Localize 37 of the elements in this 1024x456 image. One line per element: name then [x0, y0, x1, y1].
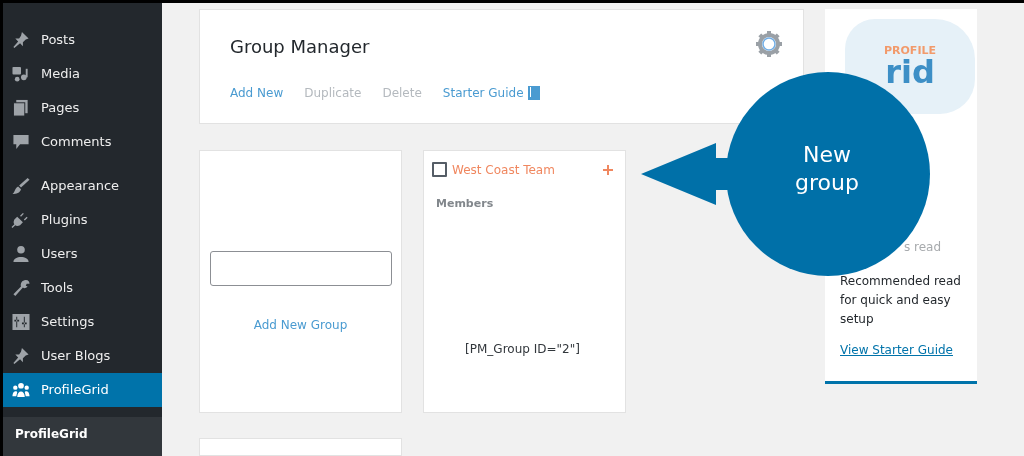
sidebar-item[interactable]: User Blogs: [3, 339, 162, 373]
callout-text: New group: [794, 141, 860, 197]
panel-description: Recommended read for quick and easy setup: [840, 273, 962, 328]
logo-text: rid: [885, 56, 935, 88]
sidebar-item[interactable]: Media: [3, 57, 162, 91]
sidebar-item[interactable]: Pages: [3, 91, 162, 125]
people-icon: [11, 381, 31, 399]
plug-icon: [11, 211, 31, 229]
sidebar-item[interactable]: Users: [3, 237, 162, 271]
paintbrush-icon: [11, 177, 31, 195]
media-icon: [11, 65, 31, 83]
book-icon: [527, 86, 540, 100]
members-label: Members: [436, 195, 495, 212]
logo-text: PROFILE: [884, 45, 936, 56]
group-checkbox[interactable]: [432, 162, 447, 178]
settings-icon[interactable]: [755, 30, 783, 58]
pin-icon: [11, 31, 31, 49]
submenu-item[interactable]: ProfileGrid: [3, 425, 162, 443]
wrench-icon: [11, 279, 31, 297]
sidebar-item[interactable]: Settings: [3, 305, 162, 339]
sidebar-item[interactable]: Tools: [3, 271, 162, 305]
group-name-field[interactable]: [209, 250, 392, 286]
sidebar-item[interactable]: Posts: [3, 23, 162, 57]
sliders-icon: [11, 313, 31, 331]
pin-icon: [11, 347, 31, 365]
sidebar-item[interactable]: ProfileGrid: [3, 373, 162, 407]
shortcode-text: [PM_Group ID="2"]: [464, 341, 581, 359]
sidebar-item[interactable]: Appearance: [3, 169, 162, 203]
view-starter-guide-link[interactable]: View Starter Guide: [840, 341, 967, 359]
sidebar-item[interactable]: Plugins: [3, 203, 162, 237]
pages-icon: [11, 99, 31, 117]
plus-icon[interactable]: [603, 164, 613, 175]
speech-bubble-icon: [11, 133, 31, 151]
user-icon: [11, 245, 31, 263]
sidebar-item[interactable]: Comments: [3, 125, 162, 159]
panel-heading: s read: [904, 239, 943, 256]
page-title: Group Manager: [230, 36, 370, 58]
